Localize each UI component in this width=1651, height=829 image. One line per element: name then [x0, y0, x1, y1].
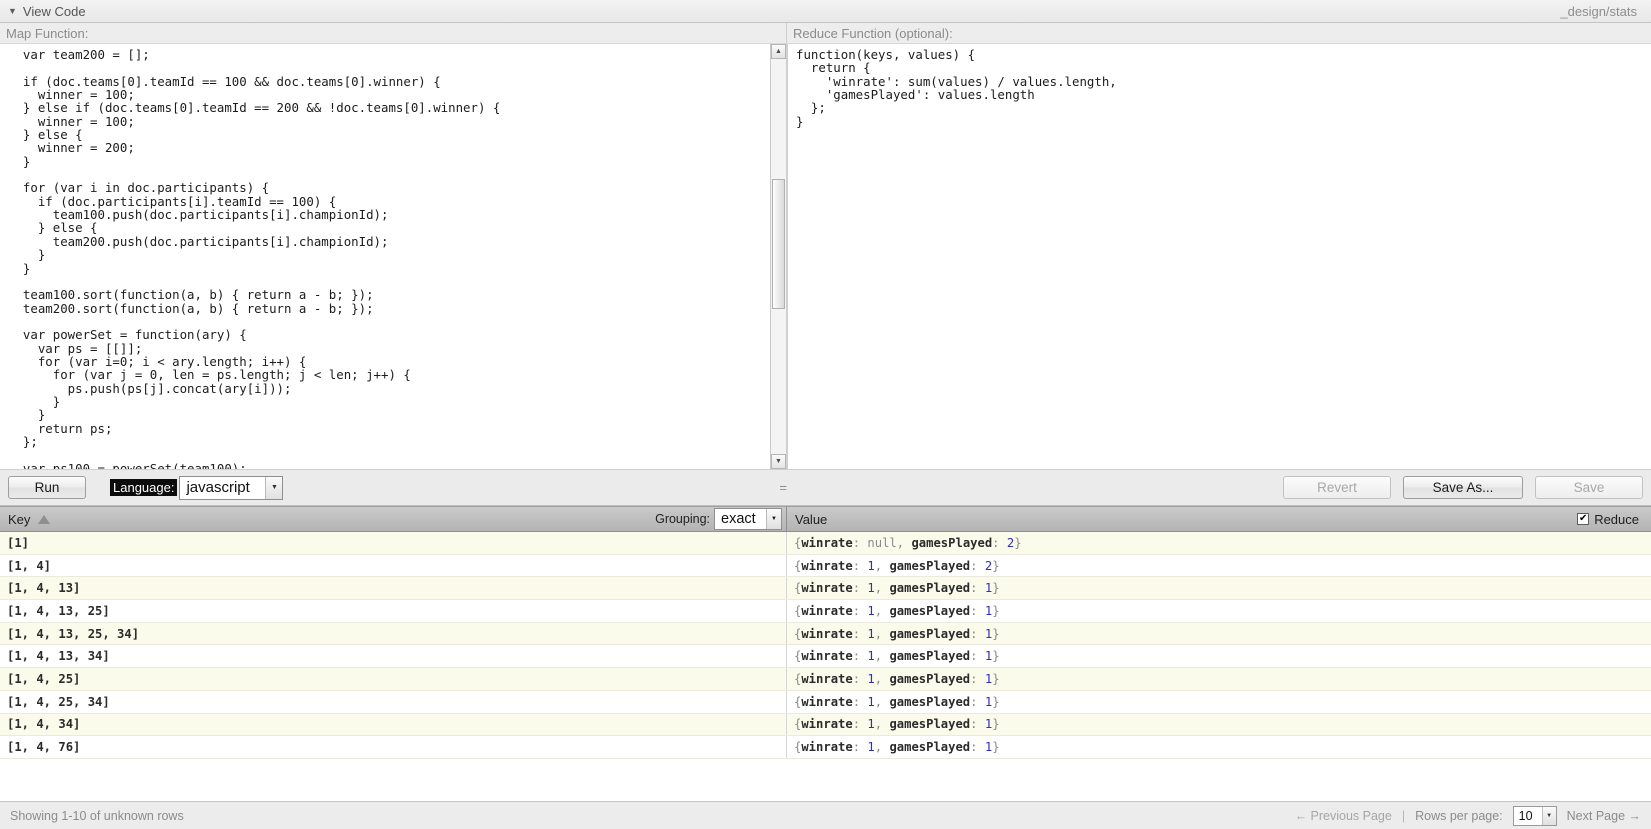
reduce-checkbox[interactable]: ✔ — [1577, 513, 1590, 525]
row-key-cell: [1] — [0, 532, 787, 554]
footer-separator: | — [1401, 808, 1406, 823]
table-row[interactable]: [1, 4, 13, 25, 34] {winrate: 1, gamesPlay… — [0, 622, 1651, 646]
view-code-title: View Code — [22, 3, 86, 19]
language-label: Language: — [110, 479, 178, 496]
toolbar-actions: Revert Save As... Save — [1283, 476, 1643, 499]
row-value-cell: {winrate: 1, gamesPlayed: 1} — [794, 626, 1000, 641]
chevron-down-icon[interactable]: ▼ — [265, 476, 283, 499]
table-row[interactable]: [1, 4, 76] {winrate: 1, gamesPlayed: 1} — [0, 736, 1651, 759]
table-row[interactable]: [1] {winrate: null, gamesPlayed: 2} — [0, 532, 1651, 555]
grouping-select-value: exact — [721, 511, 756, 527]
row-key-cell: [1, 4, 76] — [0, 736, 787, 758]
row-key-cell: [1, 4, 13, 25, 34] — [0, 622, 787, 645]
reduce-function-pane: Reduce Function (optional): function(key… — [787, 23, 1651, 469]
scroll-down-icon[interactable]: ▼ — [771, 454, 786, 469]
grouping-label: Grouping: — [655, 512, 710, 526]
showing-status: Showing 1-10 of unknown rows — [10, 808, 184, 823]
code-editors-region: Map Function: var team200 = []; if (doc.… — [0, 23, 1651, 470]
pagination-controls: ← Previous Page | Rows per page: 10 ▼ Ne… — [1295, 805, 1641, 826]
language-select-value: javascript — [186, 479, 250, 496]
key-column-label: Key — [8, 511, 31, 527]
reduce-label: Reduce — [1594, 511, 1639, 527]
equals-indicator: = — [779, 480, 788, 495]
rows-per-page-select[interactable]: 10 ▼ — [1512, 805, 1557, 826]
results-footer: Showing 1-10 of unknown rows ← Previous … — [0, 801, 1651, 829]
rows-per-page-value: 10 — [1518, 808, 1533, 823]
row-key-cell: [1, 4, 13] — [0, 577, 787, 600]
row-value-cell: {winrate: 1, gamesPlayed: 1} — [794, 603, 1000, 618]
map-scroll-thumb[interactable] — [772, 179, 785, 309]
map-editor-wrap: var team200 = []; if (doc.teams[0].teamI… — [0, 44, 786, 469]
results-header: Key Grouping: exact ▼ Value ✔ Reduce — [0, 506, 1651, 532]
previous-page-button[interactable]: ← Previous Page — [1295, 809, 1392, 823]
code-toolbar: Run Language: javascript ▼ = Revert Save… — [0, 470, 1651, 506]
row-value-cell: {winrate: null, gamesPlayed: 2} — [794, 535, 1022, 550]
design-doc-label: _design/stats — [1560, 3, 1637, 19]
reduce-function-label: Reduce Function (optional): — [787, 23, 1651, 44]
map-editor-scrollbar[interactable]: ▲ ▼ — [770, 44, 786, 469]
row-key-cell: [1, 4, 25] — [0, 668, 787, 690]
run-button[interactable]: Run — [8, 476, 86, 499]
value-column-label: Value — [795, 511, 828, 527]
row-value-cell: {winrate: 1, gamesPlayed: 1} — [794, 717, 1000, 732]
view-code-header[interactable]: ▼ View Code _design/stats — [0, 0, 1651, 23]
rows-per-page-label: Rows per page: — [1415, 808, 1503, 823]
language-select[interactable]: javascript ▼ — [179, 475, 284, 500]
row-key-cell: [1, 4, 25, 34] — [0, 690, 787, 713]
map-function-label: Map Function: — [0, 23, 786, 44]
table-row[interactable]: [1, 4, 25] {winrate: 1, gamesPlayed: 1} — [0, 668, 1651, 691]
table-row[interactable]: [1, 4, 25, 34] {winrate: 1, gamesPlayed: … — [0, 690, 1651, 714]
reduce-editor-wrap: function(keys, values) { return { 'winra… — [787, 44, 1651, 469]
results-table-body: [1] {winrate: null, gamesPlayed: 2} [1, 4]… — [0, 532, 1651, 801]
row-key-cell: [1, 4] — [0, 554, 787, 577]
row-value-cell: {winrate: 1, gamesPlayed: 1} — [794, 694, 1000, 709]
sort-asc-icon[interactable] — [38, 514, 51, 524]
next-page-button[interactable]: Next Page → — [1567, 809, 1641, 823]
row-value-cell: {winrate: 1, gamesPlayed: 1} — [794, 671, 1000, 686]
row-value-cell: {winrate: 1, gamesPlayed: 1} — [794, 581, 1000, 596]
reduce-function-editor[interactable]: function(keys, values) { return { 'winra… — [787, 44, 1651, 469]
key-column-header[interactable]: Key Grouping: exact ▼ — [0, 507, 787, 531]
table-row[interactable]: [1, 4, 13] {winrate: 1, gamesPlayed: 1} — [0, 577, 1651, 601]
row-key-cell: [1, 4, 13, 25] — [0, 600, 787, 622]
row-value-cell: {winrate: 1, gamesPlayed: 2} — [794, 558, 1000, 573]
row-key-cell: [1, 4, 34] — [0, 713, 787, 736]
save-button[interactable]: Save — [1535, 476, 1643, 499]
save-as-button[interactable]: Save As... — [1403, 476, 1523, 499]
revert-button[interactable]: Revert — [1283, 476, 1391, 499]
row-key-cell: [1, 4, 13, 34] — [0, 645, 787, 668]
scroll-up-icon[interactable]: ▲ — [771, 44, 786, 59]
view-code-page: ▼ View Code _design/stats Map Function: … — [0, 0, 1651, 829]
chevron-down-icon[interactable]: ▼ — [1541, 806, 1556, 825]
map-function-pane: Map Function: var team200 = []; if (doc.… — [0, 23, 787, 469]
grouping-control: Grouping: exact ▼ — [655, 508, 786, 530]
map-scroll-track[interactable] — [771, 59, 786, 454]
value-column-header[interactable]: Value ✔ Reduce — [787, 507, 1651, 531]
table-row[interactable]: [1, 4, 13, 34] {winrate: 1, gamesPlayed: … — [0, 645, 1651, 669]
table-row[interactable]: [1, 4] {winrate: 1, gamesPlayed: 2} — [0, 554, 1651, 578]
reduce-toggle[interactable]: ✔ Reduce — [1577, 512, 1651, 527]
row-value-cell: {winrate: 1, gamesPlayed: 1} — [794, 649, 1000, 664]
row-value-cell: {winrate: 1, gamesPlayed: 1} — [794, 740, 1000, 755]
table-row[interactable]: [1, 4, 34] {winrate: 1, gamesPlayed: 1} — [0, 713, 1651, 737]
map-function-editor[interactable]: var team200 = []; if (doc.teams[0].teamI… — [0, 44, 770, 469]
triangle-down-icon[interactable]: ▼ — [8, 6, 17, 16]
grouping-select[interactable]: exact ▼ — [714, 508, 782, 530]
chevron-down-icon[interactable]: ▼ — [766, 509, 781, 529]
table-row[interactable]: [1, 4, 13, 25] {winrate: 1, gamesPlayed: … — [0, 600, 1651, 623]
